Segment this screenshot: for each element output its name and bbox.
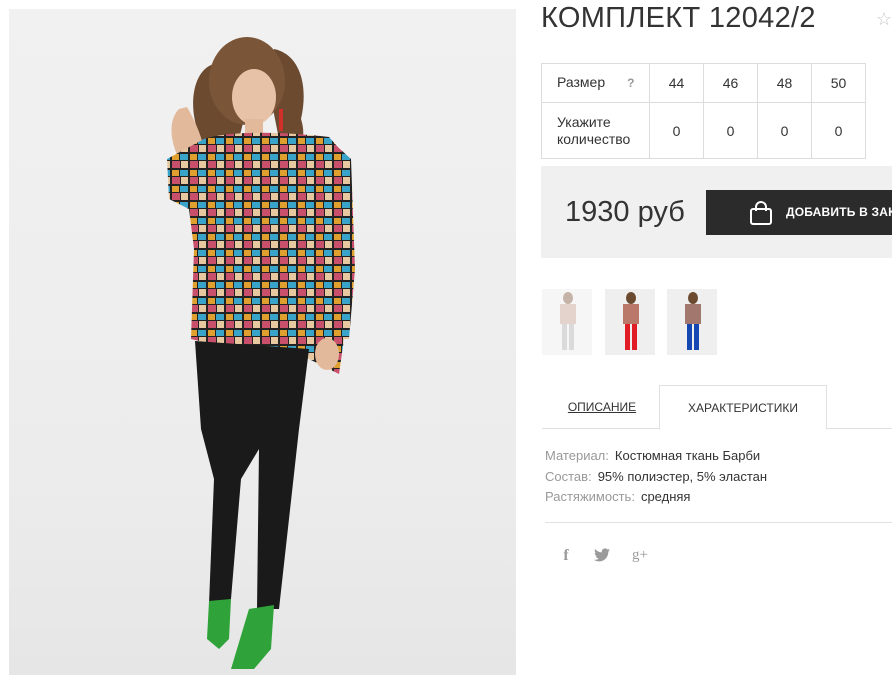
size-44: 44: [649, 63, 704, 103]
size-row: Размер? 44 46 48 50: [541, 63, 866, 103]
facebook-icon[interactable]: f: [556, 547, 576, 567]
quantity-row: Укажите количество 0 0 0 0: [541, 102, 866, 159]
size-50: 50: [811, 63, 866, 103]
characteristic-value: Костюмная ткань Барби: [614, 448, 761, 463]
quantity-input-46[interactable]: 0: [703, 102, 758, 159]
twitter-icon[interactable]: [592, 548, 612, 568]
size-48: 48: [757, 63, 812, 103]
characteristic-key: Растяжимость:: [545, 489, 635, 504]
quantity-input-48[interactable]: 0: [757, 102, 812, 159]
thumbnail-image: [685, 292, 701, 350]
size-label: Размер: [557, 74, 606, 90]
price-panel: 1930 руб ДОБАВИТЬ В ЗАКАЗ: [541, 166, 892, 258]
thumbnail-image: [623, 292, 639, 350]
quantity-input-44[interactable]: 0: [649, 102, 704, 159]
price-value: 1930 руб: [565, 196, 685, 228]
tab-characteristics[interactable]: ХАРАКТЕРИСТИКИ: [659, 385, 827, 430]
thumbnail-blue[interactable]: [667, 289, 717, 355]
characteristic-key: Материал:: [545, 448, 609, 463]
twitter-bird-shape: [594, 548, 610, 562]
size-table: Размер? 44 46 48 50 Укажите количество 0…: [541, 63, 866, 159]
google-plus-icon[interactable]: g+: [630, 547, 650, 567]
size-help-icon[interactable]: ?: [627, 76, 634, 90]
add-to-cart-button[interactable]: ДОБАВИТЬ В ЗАКАЗ: [706, 190, 892, 235]
star-outline-icon[interactable]: ☆: [876, 9, 892, 30]
add-to-cart-label: ДОБАВИТЬ В ЗАКАЗ: [786, 205, 892, 219]
characteristic-row: Растяжимость: средняя: [545, 487, 767, 508]
product-main-photo[interactable]: [9, 9, 516, 675]
product-title: КОМПЛЕКТ 12042/2: [541, 2, 816, 34]
section-divider: [545, 522, 892, 523]
model-illustration: [167, 37, 355, 669]
thumbnail-red[interactable]: [605, 289, 655, 355]
characteristic-row: Материал: Костюмная ткань Барби: [545, 446, 767, 467]
thumbnail-grey[interactable]: [542, 289, 592, 355]
characteristic-value: 95% полиэстер, 5% эластан: [597, 468, 768, 484]
characteristic-value: средняя: [640, 489, 691, 504]
tab-description[interactable]: ОПИСАНИЕ: [545, 385, 659, 429]
characteristic-row: Состав: 95% полиэстер, 5% эластан: [545, 467, 767, 488]
characteristics-list: Материал: Костюмная ткань Барби Состав: 95…: [545, 446, 767, 508]
quantity-input-50[interactable]: 0: [811, 102, 866, 159]
size-46: 46: [703, 63, 758, 103]
quantity-label: Укажите количество: [541, 102, 650, 159]
characteristic-key: Состав:: [545, 468, 592, 484]
thumbnail-image: [560, 292, 576, 350]
size-label-cell: Размер?: [541, 63, 650, 103]
shopping-bag-icon: [750, 201, 772, 225]
